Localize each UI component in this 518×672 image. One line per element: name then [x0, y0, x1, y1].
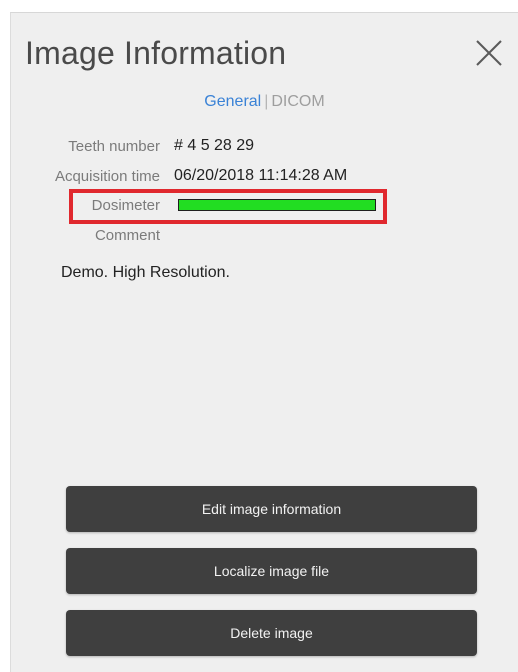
comment-value: Demo. High Resolution.	[61, 264, 230, 281]
dosimeter-label: Dosimeter	[91, 197, 160, 214]
info-tabs: General | DICOM	[11, 93, 518, 111]
localize-image-file-button[interactable]: Localize image file	[66, 548, 477, 594]
close-icon	[476, 40, 502, 66]
image-information-panel: Image Information General | DICOM Teeth nu…	[10, 12, 518, 672]
close-button[interactable]	[471, 35, 507, 71]
teeth-number-label: Teeth number	[68, 138, 160, 155]
teeth-number-value: # 4 5 28 29	[174, 137, 255, 154]
panel-title: Image Information	[25, 35, 287, 71]
dosimeter-fill	[179, 200, 375, 210]
tab-dicom[interactable]: DICOM	[271, 93, 324, 110]
acquisition-time-label: Acquisition time	[54, 168, 160, 185]
acquisition-time-value: 06/20/2018 11:14:28 AM	[174, 167, 348, 184]
delete-image-button[interactable]: Delete image	[66, 610, 477, 656]
tab-general[interactable]: General	[204, 93, 261, 110]
edit-image-information-button[interactable]: Edit image information	[66, 486, 477, 532]
comment-label: Comment	[94, 227, 160, 244]
dosimeter-bar	[178, 199, 376, 211]
tab-separator: |	[264, 93, 269, 110]
